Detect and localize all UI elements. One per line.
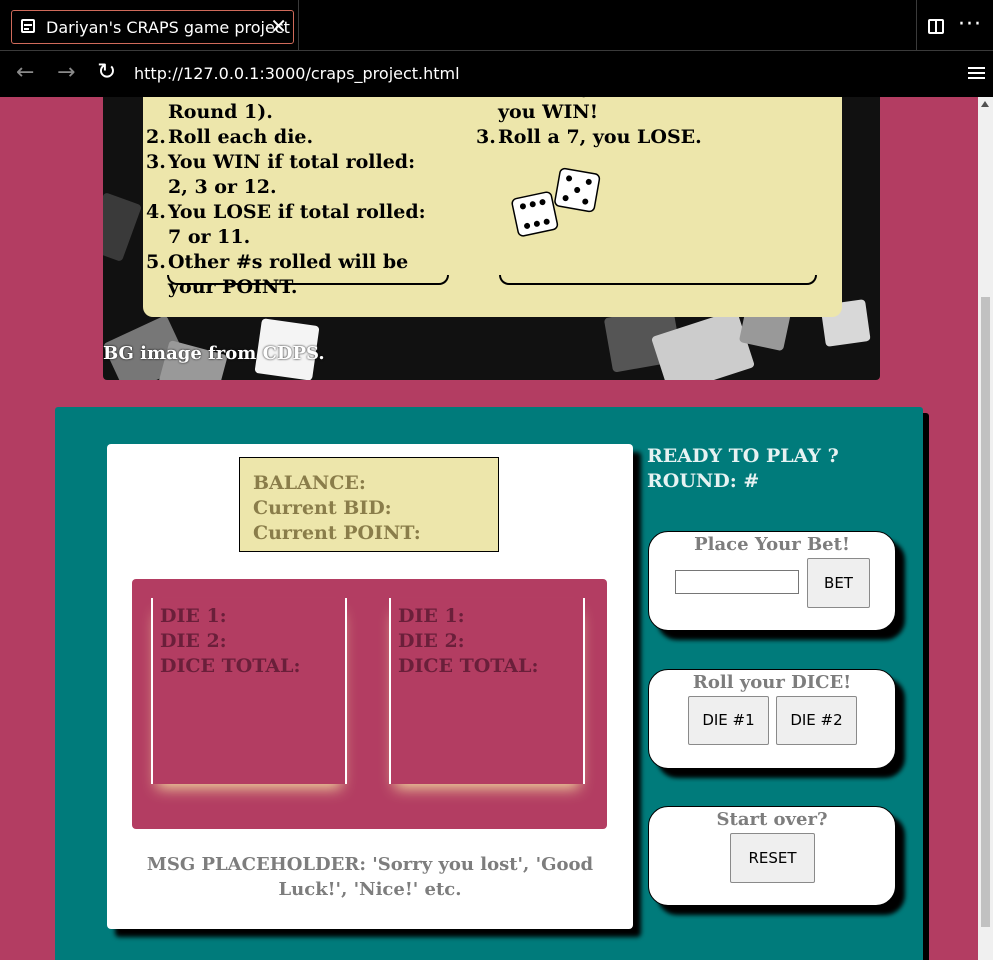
dice-panel: DIE 1: DIE 2: DICE TOTAL: DIE 1: DIE 2: … (132, 579, 607, 829)
vertical-scrollbar[interactable] (978, 97, 993, 960)
scroll-up-arrow-icon[interactable] (981, 101, 989, 107)
rules-divider (499, 275, 817, 285)
stats-box: BALANCE: Current BID: Current POINT: (239, 457, 499, 552)
reload-icon[interactable]: ↻ (97, 59, 116, 85)
menu-icon[interactable] (968, 67, 985, 82)
bet-title: Place Your Bet! (694, 534, 850, 555)
reset-button[interactable]: RESET (730, 833, 815, 883)
rule-item: 2. Roll each die. (146, 126, 314, 148)
dice-total-label: DICE TOTAL: (398, 655, 539, 677)
die2-label: DIE 2: (398, 630, 465, 652)
split-screen-icon[interactable] (928, 19, 944, 34)
close-tab-icon[interactable]: ✕ (270, 14, 287, 38)
url-field[interactable]: http://127.0.0.1:3000/craps_project.html (134, 64, 460, 83)
die1-label: DIE 1: (160, 605, 227, 627)
browser-tab[interactable]: Dariyan's CRAPS game project ✕ (11, 10, 294, 44)
tab-divider (916, 0, 917, 51)
back-arrow-icon[interactable]: ← (16, 60, 34, 85)
ready-to-play-label: READY TO PLAY ? (647, 445, 839, 467)
more-options-icon[interactable]: ··· (958, 12, 982, 37)
game-status: READY TO PLAY ? ROUND: # (647, 444, 839, 494)
rule-item: 3. You WIN if total rolled: 2, 3 or 12. (146, 151, 416, 198)
tab-title: Dariyan's CRAPS game project (46, 18, 290, 37)
page-viewport: 1.Roll 1st (Come Out Round 1). 2.Roll ea… (0, 97, 978, 960)
game-board: BALANCE: Current BID: Current POINT: DIE… (107, 444, 633, 929)
die2-button[interactable]: DIE #2 (776, 696, 857, 745)
rules-list-left: 1.Roll 1st (Come Out Round 1). 2.Roll ea… (146, 97, 431, 300)
reset-panel: Start over? RESET (648, 806, 896, 906)
rule-item: 4. You LOSE if total rolled: 7 or 11. (146, 201, 426, 248)
game-container: BALANCE: Current BID: Current POINT: DIE… (55, 407, 923, 960)
rules-divider (167, 275, 449, 285)
die1-button[interactable]: DIE #1 (688, 696, 769, 745)
bet-input[interactable] (675, 570, 799, 594)
dice-icon (511, 167, 601, 237)
bet-button[interactable]: BET (807, 558, 870, 608)
current-point-label: Current POINT: (253, 522, 421, 544)
balance-label: BALANCE: (253, 472, 366, 494)
dice-result-box-1: DIE 1: DIE 2: DICE TOTAL: (151, 598, 347, 784)
round-label: ROUND: # (647, 470, 760, 492)
rules-list-right: 2.Roll on your POINT earned, you WIN! 3.… (476, 97, 796, 150)
roll-title: Roll your DICE! (692, 672, 852, 693)
message-placeholder: MSG PLACEHOLDER: 'Sorry you lost', 'Good… (146, 854, 594, 900)
page-icon (21, 19, 35, 33)
dice-result-box-2: DIE 1: DIE 2: DICE TOTAL: (389, 598, 585, 784)
rule-item: 3. Roll a 7, you LOSE. (476, 126, 702, 148)
bet-panel: Place Your Bet! BET (648, 531, 896, 631)
tab-divider (298, 0, 299, 51)
reset-title: Start over? (716, 809, 828, 830)
dice-bg-shape (103, 191, 143, 263)
die2-label: DIE 2: (160, 630, 227, 652)
rule-item: 1.Roll 1st (Come Out Round 1). (146, 97, 372, 123)
die1-label: DIE 1: (398, 605, 465, 627)
rules-card: 1.Roll 1st (Come Out Round 1). 2.Roll ea… (143, 97, 842, 317)
current-bid-label: Current BID: (253, 497, 392, 519)
dice-total-label: DICE TOTAL: (160, 655, 301, 677)
browser-tab-bar: Dariyan's CRAPS game project ✕ ··· (0, 0, 993, 51)
rule-item: 2.Roll on your POINT earned, you WIN! (476, 97, 793, 123)
bg-credit-text: BG image from CDPS. (103, 343, 325, 364)
address-bar: ← → ↻ http://127.0.0.1:3000/craps_projec… (0, 51, 993, 97)
roll-panel: Roll your DICE! DIE #1 DIE #2 (648, 669, 896, 769)
scrollbar-thumb[interactable] (981, 297, 990, 927)
forward-arrow-icon[interactable]: → (57, 60, 75, 85)
